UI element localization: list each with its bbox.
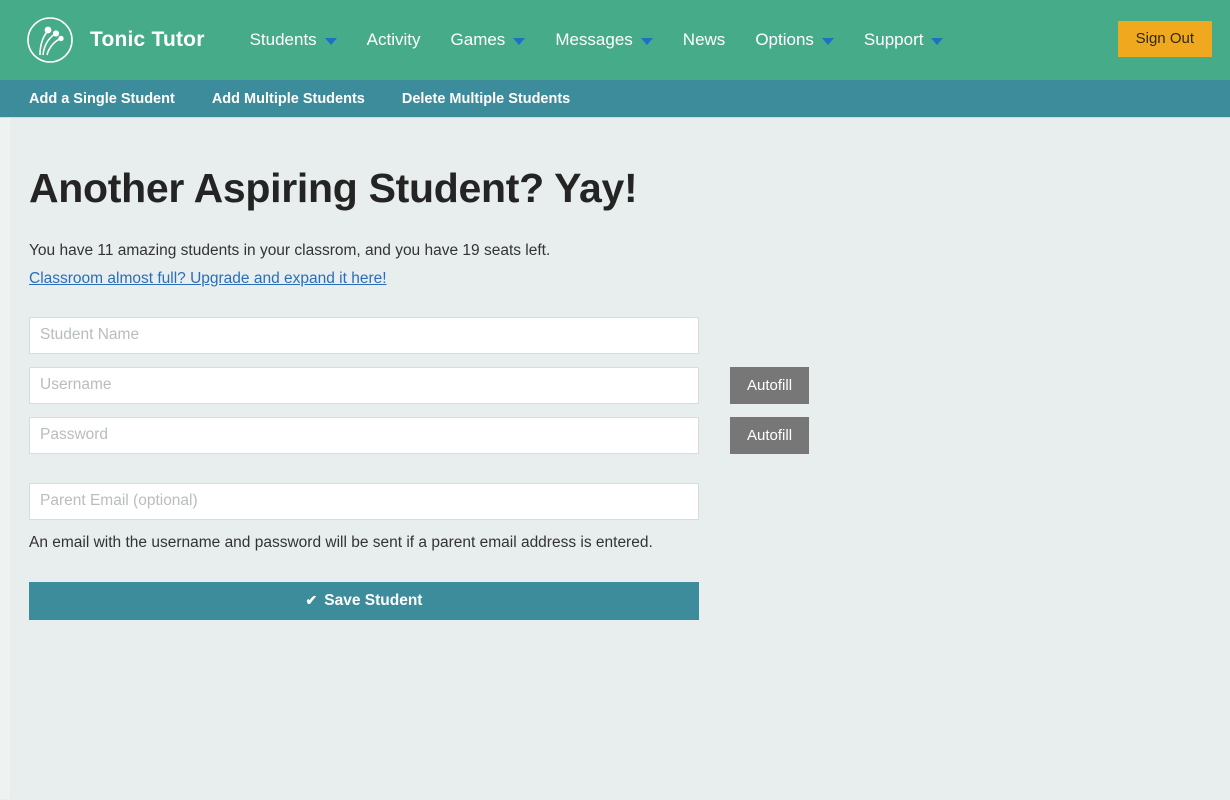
username-row: Autofill <box>29 366 1230 404</box>
nav-item-games[interactable]: Games <box>436 0 541 80</box>
password-input[interactable] <box>29 416 699 454</box>
page-title: Another Aspiring Student? Yay! <box>29 165 638 211</box>
add-student-form: Autofill Autofill An email with the user… <box>29 288 1230 620</box>
autofill-username-button[interactable]: Autofill <box>730 366 810 404</box>
nav-item-activity[interactable]: Activity <box>352 0 436 80</box>
sign-out-button[interactable]: Sign Out <box>1117 21 1212 57</box>
secondary-nav: Add a Single Student Add Multiple Studen… <box>0 80 1230 118</box>
nav-item-messages[interactable]: Messages <box>540 0 667 80</box>
nav-label: Students <box>249 30 317 49</box>
autofill-password-button[interactable]: Autofill <box>730 416 810 454</box>
nav-label: Games <box>450 30 506 49</box>
parent-email-row <box>29 482 1230 520</box>
chevron-down-icon <box>324 38 337 45</box>
student-name-row <box>29 316 1230 354</box>
chevron-down-icon <box>821 38 834 45</box>
page-body: Another Aspiring Student? Yay! You have … <box>0 118 1230 799</box>
parent-email-input[interactable] <box>29 482 699 520</box>
nav-label: Activity <box>366 30 421 49</box>
chevron-down-icon <box>513 38 526 45</box>
upgrade-classroom-link[interactable]: Classroom almost full? Upgrade and expan… <box>29 270 387 288</box>
save-student-label: Save Student <box>324 591 423 609</box>
nav-item-options[interactable]: Options <box>740 0 849 80</box>
nav-label: Options <box>755 30 814 49</box>
content-column: Another Aspiring Student? Yay! You have … <box>0 118 1230 620</box>
nav-label: Messages <box>555 30 633 49</box>
main-header: Tonic Tutor Students Activity Games Mess… <box>0 0 1230 80</box>
nav-label: News <box>682 30 726 49</box>
username-input[interactable] <box>29 366 699 404</box>
chevron-down-icon <box>931 38 944 45</box>
password-row: Autofill <box>29 416 1230 454</box>
nav-item-news[interactable]: News <box>668 0 741 80</box>
classroom-info-text: You have 11 amazing students in your cla… <box>29 242 551 260</box>
brand-title[interactable]: Tonic Tutor <box>90 28 205 52</box>
nav-item-students[interactable]: Students <box>235 0 352 80</box>
tonic-tutor-circle-logo-icon[interactable] <box>26 16 74 64</box>
student-name-input[interactable] <box>29 316 699 354</box>
check-icon: ✔ <box>305 592 318 609</box>
chevron-down-icon <box>640 38 653 45</box>
subnav-item-add-multiple-students[interactable]: Add Multiple Students <box>212 91 365 107</box>
nav-item-support[interactable]: Support <box>849 0 959 80</box>
subnav-item-delete-multiple-students[interactable]: Delete Multiple Students <box>402 91 570 107</box>
parent-email-note: An email with the username and password … <box>29 533 653 551</box>
subnav-item-add-a-single-student[interactable]: Add a Single Student <box>29 91 175 107</box>
save-student-button[interactable]: ✔ Save Student <box>29 581 699 620</box>
primary-nav: Students Activity Games Messages News Op… <box>235 0 959 80</box>
nav-label: Support <box>863 30 924 49</box>
